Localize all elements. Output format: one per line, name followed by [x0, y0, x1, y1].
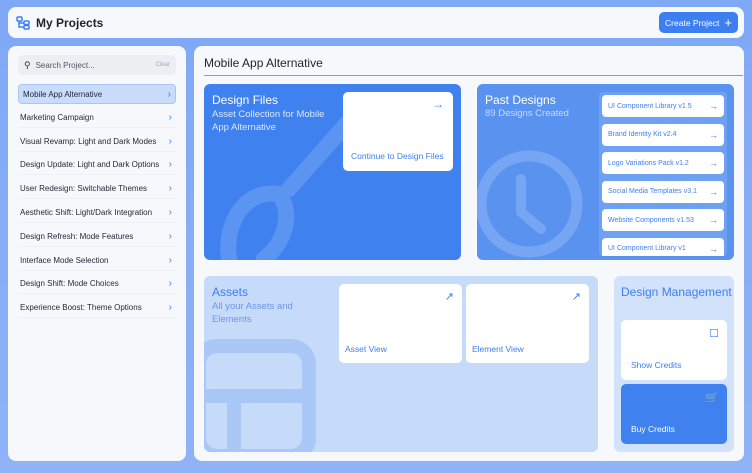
- past-designs-card: Past Designs 89 Designs Created UI Compo…: [477, 84, 734, 260]
- search-placeholder: Search Project...: [35, 60, 95, 70]
- list-item[interactable]: Website Components v1.53 →: [602, 209, 724, 231]
- chevron-right-icon: ›: [168, 206, 172, 218]
- list-item[interactable]: Brand Identity Kit v2.4 →: [602, 123, 724, 146]
- asset-view-label: Asset View: [345, 344, 387, 354]
- show-credits-label: Show Credits: [631, 360, 682, 370]
- chevron-right-icon: ›: [168, 183, 172, 195]
- past-design-label: Logo Variations Pack v1.2: [608, 159, 689, 167]
- chevron-right-icon: ›: [168, 230, 172, 242]
- sidebar-item-visual-revamp[interactable]: Visual Revamp: Light and Dark Modes ›: [18, 132, 176, 152]
- page-title: Mobile App Alternative: [204, 56, 323, 70]
- external-link-icon: ↗: [444, 291, 454, 303]
- sidebar-item-experience-boost[interactable]: Experience Boost: Theme Options ›: [18, 298, 176, 319]
- sidebar-item-label: Marketing Campaign: [20, 112, 94, 122]
- sidebar-item-user-redesign[interactable]: User Redesign: Switchable Themes ›: [18, 179, 176, 200]
- create-project-button[interactable]: Create Project +: [659, 12, 738, 33]
- top-bar: My Projects Create Project +: [8, 7, 744, 38]
- sidebar-item-aesthetic-shift[interactable]: Aesthetic Shift: Light/Dark Integration ›: [18, 203, 176, 223]
- sidebar-item-design-refresh[interactable]: Design Refresh: Mode Features ›: [18, 227, 176, 247]
- main-panel: Mobile App Alternative Design Files Asse…: [194, 46, 744, 461]
- past-designs-subtitle: 89 Designs Created: [485, 108, 569, 119]
- plus-icon: +: [724, 15, 732, 30]
- list-item[interactable]: UI Component Library v1.5 →: [602, 95, 724, 117]
- project-list: Mobile App Alternative › Marketing Campai…: [18, 84, 176, 319]
- past-designs-title: Past Designs: [485, 93, 556, 107]
- buy-credits-button[interactable]: 🛒 Buy Credits: [621, 384, 727, 444]
- sidebar: ⚲ Search Project... Clear Mobile App Alt…: [8, 46, 186, 461]
- design-files-title: Design Files: [212, 93, 279, 107]
- sidebar-item-mobile-app-alternative[interactable]: Mobile App Alternative ›: [18, 84, 176, 104]
- past-design-label: Website Components v1.53: [608, 216, 694, 224]
- design-files-card: Design Files Asset Collection for Mobile…: [204, 84, 461, 260]
- search-icon: ⚲: [24, 59, 31, 70]
- sidebar-item-label: Design Update: Light and Dark Options: [20, 160, 160, 170]
- arrow-right-icon: →: [709, 215, 718, 225]
- sidebar-item-design-update[interactable]: Design Update: Light and Dark Options ›: [18, 155, 176, 176]
- sidebar-item-label: Mobile App Alternative: [23, 89, 103, 99]
- design-management-card: Design Management ☐ Show Credits 🛒 Buy C…: [614, 276, 734, 452]
- past-design-label: UI Component Library v1.5: [608, 102, 692, 110]
- continue-to-design-files-button[interactable]: → Continue to Design Files: [343, 92, 453, 171]
- element-view-button[interactable]: ↗ Element View: [466, 284, 589, 363]
- sidebar-item-label: Interface Mode Selection: [20, 255, 109, 265]
- app-title: My Projects: [36, 15, 104, 30]
- search-input[interactable]: ⚲ Search Project... Clear: [18, 55, 176, 75]
- bag-icon: ☐: [709, 328, 719, 340]
- list-item[interactable]: UI Component Library v1 →: [602, 237, 724, 256]
- sidebar-item-marketing-campaign[interactable]: Marketing Campaign ›: [18, 108, 176, 128]
- assets-title: Assets: [212, 285, 249, 299]
- chevron-right-icon: ›: [168, 254, 172, 266]
- chevron-right-icon: ›: [168, 302, 172, 314]
- past-design-label: Social Media Templates v3.1: [608, 188, 697, 195]
- arrow-right-icon: →: [709, 101, 718, 111]
- sidebar-item-label: Visual Revamp: Light and Dark Modes: [20, 136, 157, 146]
- chevron-right-icon: ›: [168, 159, 172, 171]
- continue-label: Continue to Design Files: [351, 151, 444, 161]
- element-view-label: Element View: [472, 344, 524, 354]
- assets-card: Assets All your Assets and Elements ↗ As…: [204, 276, 598, 452]
- sidebar-item-label: Design Shift: Mode Choices: [20, 279, 119, 289]
- assets-subtitle: All your Assets and Elements: [212, 301, 293, 325]
- arrow-right-icon: →: [709, 243, 718, 254]
- chevron-right-icon: ›: [168, 111, 172, 123]
- buy-credits-label: Buy Credits: [631, 424, 675, 434]
- sidebar-item-label: Aesthetic Shift: Light/Dark Integration: [20, 207, 153, 217]
- sidebar-item-label: Experience Boost: Theme Options: [20, 303, 142, 313]
- chevron-right-icon: ›: [167, 88, 171, 100]
- title-divider: [204, 75, 743, 76]
- cart-icon: 🛒: [705, 392, 719, 404]
- clear-button[interactable]: Clear: [156, 62, 170, 68]
- chevron-right-icon: ›: [168, 278, 172, 290]
- past-design-label: Brand Identity Kit v2.4: [608, 131, 677, 138]
- past-design-label: UI Component Library v1: [608, 245, 686, 252]
- arrow-right-icon: →: [709, 158, 718, 168]
- project-tree-icon: [16, 15, 30, 30]
- sidebar-item-design-shift[interactable]: Design Shift: Mode Choices ›: [18, 274, 176, 295]
- sidebar-item-label: Design Refresh: Mode Features: [20, 231, 134, 241]
- arrow-right-icon: →: [709, 186, 718, 197]
- list-item[interactable]: Social Media Templates v3.1 →: [602, 180, 724, 203]
- show-credits-button[interactable]: ☐ Show Credits: [621, 320, 727, 380]
- sidebar-item-label: User Redesign: Switchable Themes: [20, 184, 148, 194]
- clock-icon: [477, 150, 583, 258]
- list-item[interactable]: Logo Variations Pack v1.2 →: [602, 152, 724, 174]
- chevron-right-icon: ›: [168, 135, 172, 147]
- asset-view-button[interactable]: ↗ Asset View: [339, 284, 462, 363]
- design-files-subtitle: Asset Collection for Mobile App Alternat…: [212, 109, 325, 133]
- past-designs-list[interactable]: UI Component Library v1.5 → Brand Identit…: [599, 92, 727, 256]
- external-link-icon: ↗: [571, 291, 581, 303]
- arrow-right-icon: →: [709, 129, 718, 140]
- grid-icon: [204, 339, 316, 452]
- design-management-title: Design Management: [621, 285, 732, 299]
- sidebar-item-interface-mode[interactable]: Interface Mode Selection ›: [18, 251, 176, 271]
- create-project-label: Create Project: [665, 17, 720, 28]
- arrow-right-icon: →: [432, 97, 444, 111]
